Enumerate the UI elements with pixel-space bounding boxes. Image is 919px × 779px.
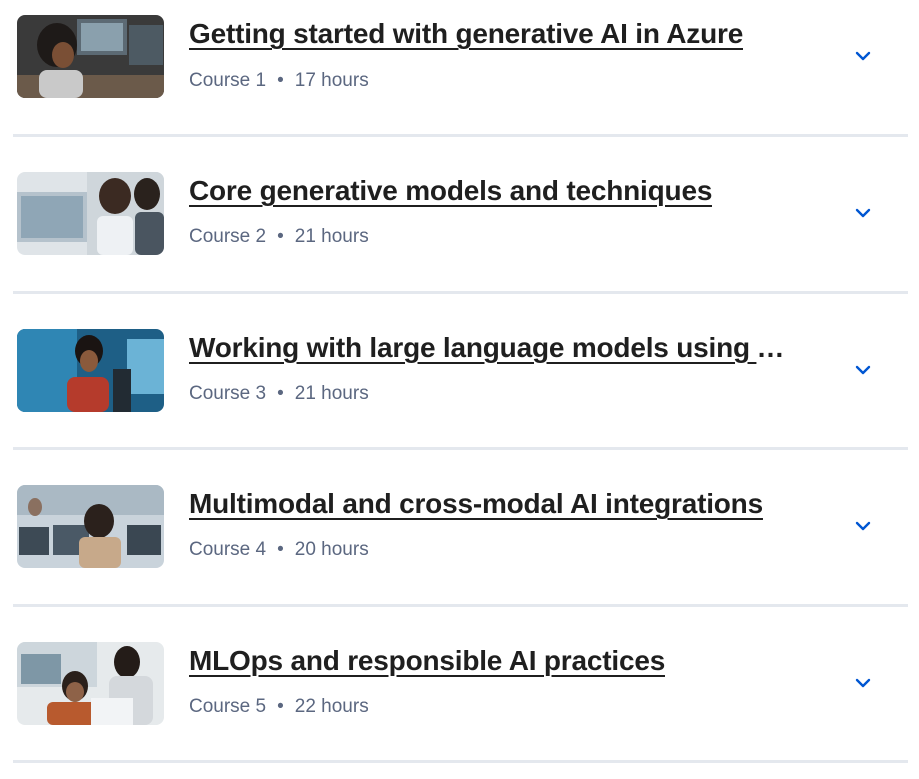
course-title-link[interactable]: Getting started with generative AI in Az… xyxy=(189,18,743,50)
chevron-down-icon[interactable] xyxy=(851,671,875,695)
course-item: MLOps and responsible AI practices Cours… xyxy=(13,607,908,763)
course-number: Course 3 xyxy=(189,382,267,404)
chevron-down-icon[interactable] xyxy=(851,514,875,538)
course-meta: Course 5 • 22 hours xyxy=(189,696,369,718)
separator-dot: • xyxy=(277,539,284,560)
course-number: Course 5 xyxy=(189,695,267,717)
course-duration: 21 hours xyxy=(294,226,369,247)
course-thumbnail xyxy=(17,172,164,255)
separator-dot: • xyxy=(277,695,284,717)
separator-dot: • xyxy=(277,382,284,404)
course-duration: 17 hours xyxy=(294,70,369,91)
course-duration: 22 hours xyxy=(294,695,369,717)
course-item: Core generative models and techniques Co… xyxy=(13,137,908,294)
course-number: Course 2 xyxy=(189,226,267,247)
course-title-link[interactable]: Multimodal and cross-modal AI integratio… xyxy=(189,488,763,520)
course-number: Course 1 xyxy=(189,70,267,91)
course-thumbnail xyxy=(17,485,164,568)
separator-dot: • xyxy=(277,70,284,91)
course-meta: Course 3 • 21 hours xyxy=(189,383,369,405)
chevron-down-icon[interactable] xyxy=(851,201,875,225)
course-item: Getting started with generative AI in Az… xyxy=(13,0,908,137)
course-item: Working with large language models using… xyxy=(13,294,908,450)
course-duration: 21 hours xyxy=(294,382,369,404)
course-list: Getting started with generative AI in Az… xyxy=(13,0,908,763)
course-meta: Course 4 • 20 hours xyxy=(189,539,369,561)
course-duration: 20 hours xyxy=(294,539,369,560)
course-title-link[interactable]: MLOps and responsible AI practices xyxy=(189,645,665,677)
course-thumbnail xyxy=(17,15,164,98)
chevron-down-icon[interactable] xyxy=(851,358,875,382)
chevron-down-icon[interactable] xyxy=(851,44,875,68)
course-meta: Course 1 • 17 hours xyxy=(189,70,369,92)
course-title-link[interactable]: Working with large language models using… xyxy=(189,332,789,364)
separator-dot: • xyxy=(277,226,284,247)
course-item: Multimodal and cross-modal AI integratio… xyxy=(13,450,908,607)
course-meta: Course 2 • 21 hours xyxy=(189,226,369,248)
course-number: Course 4 xyxy=(189,539,267,560)
course-thumbnail xyxy=(17,328,164,412)
course-title-link[interactable]: Core generative models and techniques xyxy=(189,175,712,207)
course-thumbnail xyxy=(17,641,164,725)
